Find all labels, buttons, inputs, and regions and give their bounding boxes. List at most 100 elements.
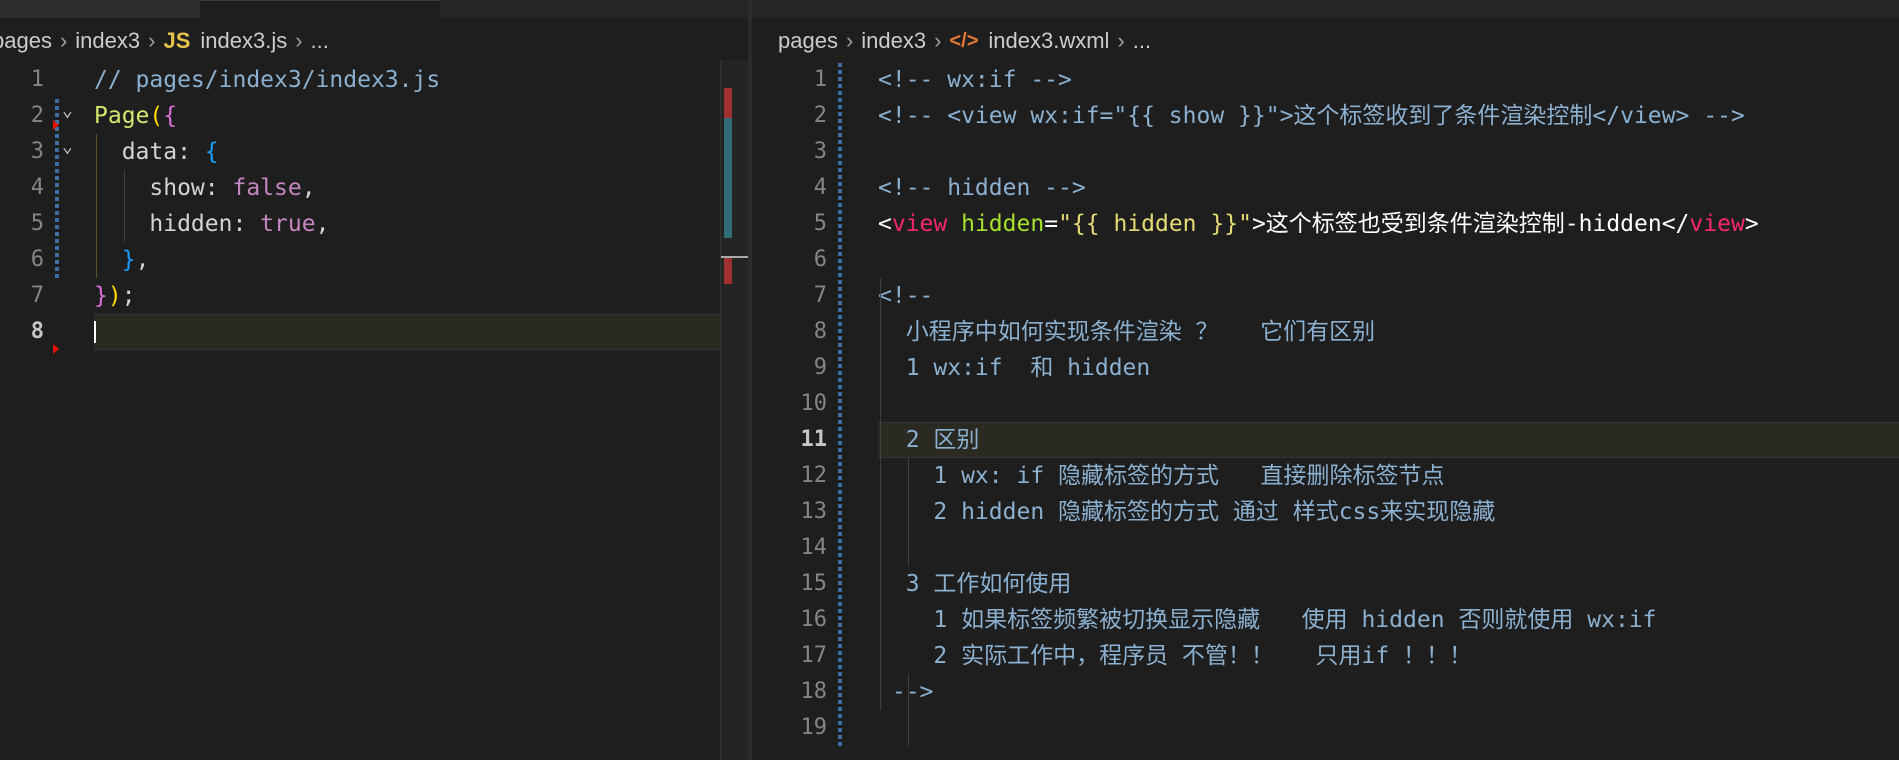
line-number: 12 — [800, 463, 828, 488]
ruler-marker — [724, 118, 732, 238]
ruler-marker — [724, 88, 732, 118]
code-line[interactable]: 1 // pages/index3/index3.js — [0, 62, 748, 98]
code-token: >这个标签也受到条件渲染控制-hidden</ — [1251, 211, 1690, 237]
code-token: 2 实际工作中，程序员 不管！！ 只用if ！！！ — [878, 643, 1473, 669]
tab-inactive[interactable] — [0, 0, 200, 18]
code-line[interactable]: 6 — [752, 242, 1899, 278]
code-token: <!-- <view wx:if="{{ show }}">这个标签收到了条件渲… — [878, 103, 1745, 129]
code-line[interactable]: 19 — [752, 710, 1899, 746]
code-line[interactable]: 4 show: false, — [0, 170, 748, 206]
line-number: 4 — [813, 175, 827, 200]
tab-strip — [752, 0, 1899, 18]
breadcrumb-item-pages[interactable]: pages — [0, 28, 52, 54]
line-number: 16 — [800, 607, 828, 632]
code-text: hidden: true, — [94, 206, 329, 242]
fold-chevron-icon[interactable]: ⌄ — [62, 136, 73, 157]
line-number: 7 — [30, 283, 44, 308]
breadcrumb: pages › index3 › </> index3.wxml › ... — [778, 22, 1151, 60]
breadcrumb-item-file[interactable]: index3.wxml — [988, 28, 1109, 54]
code-line[interactable]: 9 1 wx:if 和 hidden — [752, 350, 1899, 386]
code-line[interactable]: 11 2 区别 — [752, 422, 1899, 458]
js-file-icon: JS — [163, 28, 191, 53]
line-number: 17 — [800, 643, 828, 668]
breadcrumb-item-folder[interactable]: index3 — [861, 28, 926, 54]
tab-strip — [0, 0, 748, 18]
code-line[interactable]: 5 <view hidden="{{ hidden }}">这个标签也受到条件渲染… — [752, 206, 1899, 242]
text-cursor — [94, 321, 96, 343]
code-line[interactable]: 1 <!-- wx:if --> — [752, 62, 1899, 98]
code-text: 1 wx:if 和 hidden — [878, 350, 1151, 386]
code-text: }, — [94, 242, 150, 278]
code-text: 2 实际工作中，程序员 不管！！ 只用if ！！！ — [878, 638, 1472, 674]
editor-pane-left[interactable]: pages › index3 › JS index3.js › ... 1 // … — [0, 0, 748, 760]
code-token: ; — [121, 283, 136, 309]
code-token: { — [204, 139, 219, 165]
chevron-right-icon: › — [934, 28, 942, 53]
code-text: data: { — [94, 134, 219, 170]
code-token: ( — [149, 103, 164, 129]
code-line[interactable]: 7 <!-- — [752, 278, 1899, 314]
code-line[interactable]: 7}); — [0, 278, 748, 314]
code-editor-wxml[interactable]: 1 <!-- wx:if --> 2 <!-- <view wx:if="{{ sho… — [752, 62, 1899, 760]
code-line[interactable]: 14 — [752, 530, 1899, 566]
code-token: 2 hidden 隐藏标签的方式 通过 样式css来实现隐藏 — [878, 499, 1496, 525]
breadcrumb-item-more[interactable]: ... — [1133, 28, 1151, 54]
code-text: show: false, — [94, 170, 315, 206]
breadcrumb-item-file[interactable]: index3.js — [200, 28, 287, 54]
code-token: , — [315, 211, 330, 237]
editor-pane-right[interactable]: pages › index3 › </> index3.wxml › ... 1… — [752, 0, 1899, 760]
code-line[interactable]: 8 小程序中如何实现条件渲染 ？ 它们有区别 — [752, 314, 1899, 350]
code-line[interactable]: 5 hidden: true, — [0, 206, 748, 242]
code-token: view — [891, 211, 948, 237]
line-number: 6 — [30, 247, 44, 272]
error-marker-icon — [53, 344, 59, 354]
indent-guide — [908, 458, 909, 566]
code-token: 1 wx:if 和 hidden — [878, 355, 1151, 381]
line-number: 5 — [30, 211, 44, 236]
code-line[interactable]: 13 2 hidden 隐藏标签的方式 通过 样式css来实现隐藏 — [752, 494, 1899, 530]
code-token: data: — [94, 139, 205, 165]
breadcrumb: pages › index3 › JS index3.js › ... — [0, 22, 329, 60]
code-line[interactable]: 2 Page({ — [0, 98, 748, 134]
code-line[interactable]: 3 — [752, 134, 1899, 170]
code-line[interactable]: 2 <!-- <view wx:if="{{ show }}">这个标签收到了条件… — [752, 98, 1899, 134]
breadcrumb-item-folder[interactable]: index3 — [75, 28, 140, 54]
code-editor-js[interactable]: 1// pages/index3/index3.js 2 Page({3 data:… — [0, 62, 748, 760]
chevron-right-icon: › — [59, 28, 68, 53]
line-number: 2 — [30, 103, 44, 128]
line-number: 8 — [813, 319, 827, 344]
indent-guide — [880, 278, 881, 710]
code-line[interactable]: 15 3 工作如何使用 — [752, 566, 1899, 602]
indent-guide — [908, 674, 909, 746]
code-line[interactable]: 3 data: { — [0, 134, 748, 170]
code-line[interactable]: 4 <!-- hidden --> — [752, 170, 1899, 206]
code-line[interactable]: 12 1 wx: if 隐藏标签的方式 直接删除标签节点 — [752, 458, 1899, 494]
code-text: 2 hidden 隐藏标签的方式 通过 样式css来实现隐藏 — [878, 494, 1495, 530]
code-line[interactable]: 16 1 如果标签频繁被切换显示隐藏 使用 hidden 否则就使用 wx:if — [752, 602, 1899, 638]
line-number: 2 — [813, 103, 827, 128]
code-line[interactable]: 6 }, — [0, 242, 748, 278]
overview-ruler[interactable] — [720, 60, 748, 760]
line-number: 1 — [813, 67, 827, 92]
tab-active-index3-js[interactable] — [200, 0, 440, 18]
breadcrumb-item-more[interactable]: ... — [311, 28, 329, 54]
code-line[interactable]: 17 2 实际工作中，程序员 不管！！ 只用if ！！！ — [752, 638, 1899, 674]
breadcrumb-item-pages[interactable]: pages — [778, 28, 838, 54]
code-text: <!-- — [878, 278, 933, 314]
code-line[interactable]: 18 --> — [752, 674, 1899, 710]
code-line[interactable]: 8 — [0, 314, 748, 350]
code-text: --> — [878, 674, 934, 710]
code-token: // pages/index3/index3.js — [94, 67, 441, 93]
chevron-right-icon: › — [148, 28, 156, 53]
code-text: 1 如果标签频繁被切换显示隐藏 使用 hidden 否则就使用 wx:if — [878, 602, 1656, 638]
fold-chevron-icon[interactable]: ⌄ — [62, 100, 73, 121]
code-text: <!-- <view wx:if="{{ show }}">这个标签收到了条件渲… — [878, 98, 1745, 134]
code-token: < — [878, 211, 892, 237]
code-token: hidden: — [94, 211, 261, 237]
code-token: ) — [107, 283, 122, 309]
code-text: }); — [94, 278, 136, 314]
code-token: view — [1689, 211, 1745, 237]
code-line[interactable]: 10 — [752, 386, 1899, 422]
code-token: 3 工作如何使用 — [878, 571, 1072, 597]
